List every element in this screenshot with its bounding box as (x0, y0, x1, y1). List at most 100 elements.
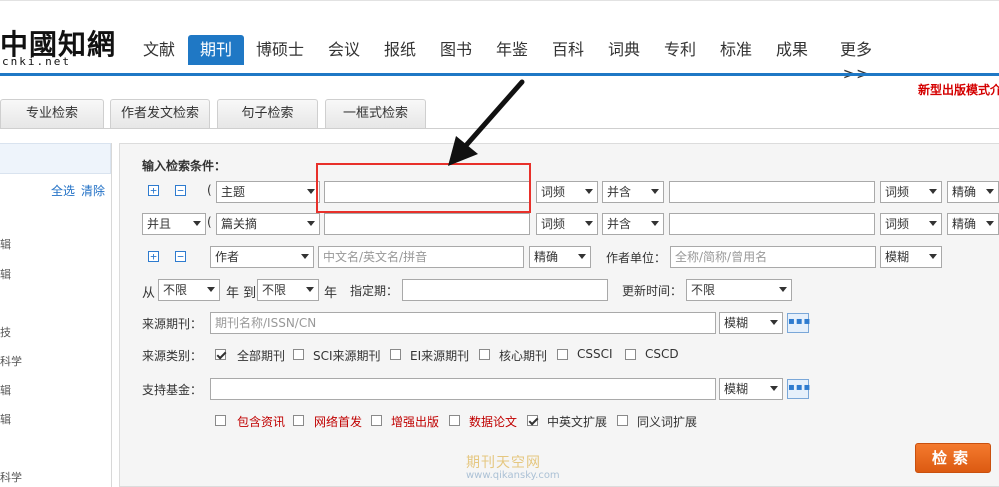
remove-row-icon[interactable]: − (175, 251, 186, 262)
sidebar-item[interactable]: 科学 (0, 469, 22, 485)
cnki-logo-domain: cnki.net (2, 55, 71, 68)
author-match-select[interactable]: 精确 (529, 246, 591, 268)
match-select[interactable]: 精确 (947, 181, 999, 203)
sidebar-item[interactable]: 辑 (0, 411, 11, 427)
nav-item-standards[interactable]: 标准 (716, 38, 756, 62)
add-row-icon[interactable]: + (148, 251, 159, 262)
frequency-select-2[interactable]: 词频 (880, 213, 942, 235)
match-select[interactable]: 精确 (947, 213, 999, 235)
field-select[interactable]: 篇关摘 (216, 213, 320, 235)
author-unit-match-select[interactable]: 模糊 (880, 246, 942, 268)
category-checkbox-ei[interactable] (390, 349, 401, 360)
category-checkbox-sci[interactable] (293, 349, 304, 360)
annotation-arrow-icon (448, 79, 525, 166)
remove-row-icon[interactable]: − (175, 185, 186, 196)
author-unit-match-select-value: 模糊 (885, 250, 910, 264)
frequency-select-2[interactable]: 词频 (880, 181, 942, 203)
cn-en-expand-label: 中英文扩展 (547, 415, 608, 429)
author-unit-input[interactable]: 全称/简称/曾用名 (670, 246, 876, 268)
chevron-down-icon (585, 189, 593, 194)
keyword-input[interactable] (324, 213, 530, 235)
source-match-select[interactable]: 模糊 (719, 312, 783, 334)
enhanced-publish-checkbox[interactable] (371, 415, 382, 426)
chevron-down-icon (779, 287, 787, 292)
header-divider (0, 73, 999, 76)
nav-item-yearbooks[interactable]: 年鉴 (492, 38, 532, 62)
nav-item-dictionary[interactable]: 词典 (604, 38, 644, 62)
chevron-down-icon (986, 189, 994, 194)
join-select-value: 并含 (607, 217, 632, 231)
fund-picker-icon[interactable]: ▪▪▪ (787, 379, 810, 399)
from-year-select-value: 不限 (163, 283, 188, 297)
clear-link[interactable]: 清除 (81, 182, 105, 199)
chevron-down-icon (770, 386, 778, 391)
nav-item-books[interactable]: 图书 (436, 38, 476, 62)
nav-item-achievements[interactable]: 成果 (772, 38, 812, 62)
synonym-expand-checkbox[interactable] (617, 415, 628, 426)
data-paper-checkbox[interactable] (449, 415, 460, 426)
join-select[interactable]: 并含 (602, 181, 664, 203)
chevron-down-icon (301, 254, 309, 259)
nav-item-encyclopedia[interactable]: 百科 (548, 38, 588, 62)
category-checkbox-core[interactable] (479, 349, 490, 360)
open-paren: ( (207, 215, 212, 229)
category-checkbox-cscd[interactable] (625, 349, 636, 360)
field-select[interactable]: 主题 (216, 181, 320, 203)
category-label-ei: EI来源期刊 (410, 349, 470, 363)
nav-item-newspapers[interactable]: 报纸 (380, 38, 420, 62)
nav-item-theses[interactable]: 博硕士 (252, 38, 308, 62)
to-year-select-value: 不限 (262, 283, 287, 297)
tab-author-search[interactable]: 作者发文检索 (110, 99, 210, 129)
nav-item-more[interactable]: 更多>> (829, 38, 883, 83)
search-button[interactable]: 检索 (915, 443, 991, 473)
author-match-select-value: 精确 (534, 250, 559, 264)
promo-link[interactable]: 新型出版模式介 (918, 81, 999, 98)
keyword-input-2[interactable] (669, 181, 875, 203)
from-year-select[interactable]: 不限 (158, 279, 220, 301)
top-header: 中國知網 cnki.net 文献 期刊 博硕士 会议 报纸 图书 年鉴 百科 词… (0, 0, 999, 83)
year-to-label: 年 到 (226, 286, 257, 301)
online-first-label: 网络首发 (314, 415, 363, 429)
join-select[interactable]: 并含 (602, 213, 664, 235)
fund-input[interactable] (210, 378, 716, 400)
journal-picker-icon[interactable]: ▪▪▪ (787, 313, 810, 333)
sidebar-header (0, 143, 111, 174)
category-checkbox-all[interactable] (215, 349, 226, 360)
logic-select[interactable]: 并且 (142, 213, 206, 235)
author-field-select-value: 作者 (215, 250, 240, 264)
sidebar-item[interactable]: 科学 (0, 353, 22, 369)
author-field-select[interactable]: 作者 (210, 246, 314, 268)
chevron-down-icon (770, 320, 778, 325)
add-row-icon[interactable]: + (148, 185, 159, 196)
frequency-select[interactable]: 词频 (536, 213, 598, 235)
period-input[interactable] (402, 279, 608, 301)
join-select-value: 并含 (607, 185, 632, 199)
fund-label: 支持基金： (142, 383, 203, 397)
cn-en-expand-checkbox[interactable] (527, 415, 538, 426)
select-all-link[interactable]: 全选 (51, 182, 75, 199)
author-input[interactable]: 中文名/英文名/拼音 (318, 246, 524, 268)
chevron-down-icon (929, 254, 937, 259)
keyword-input-2[interactable] (669, 213, 875, 235)
chevron-down-icon (578, 254, 586, 259)
category-checkbox-cssci[interactable] (557, 349, 568, 360)
sidebar-item[interactable]: 辑 (0, 382, 11, 398)
tab-professional-search[interactable]: 专业检索 (0, 99, 104, 129)
nav-item-literature[interactable]: 文献 (139, 38, 179, 62)
fund-match-select[interactable]: 模糊 (719, 378, 783, 400)
source-journal-input[interactable]: 期刊名称/ISSN/CN (210, 312, 716, 334)
chevron-down-icon (651, 221, 659, 226)
to-year-select[interactable]: 不限 (257, 279, 319, 301)
online-first-checkbox[interactable] (293, 415, 304, 426)
nav-item-patents[interactable]: 专利 (660, 38, 700, 62)
tab-sentence-search[interactable]: 句子检索 (217, 99, 318, 129)
sidebar-item[interactable]: 技 (0, 324, 11, 340)
sidebar-item[interactable]: 辑 (0, 236, 11, 252)
update-time-select[interactable]: 不限 (686, 279, 792, 301)
frequency-select[interactable]: 词频 (536, 181, 598, 203)
tab-simple-search[interactable]: 一框式检索 (325, 99, 426, 129)
sidebar-item[interactable]: 辑 (0, 266, 11, 282)
include-news-checkbox[interactable] (215, 415, 226, 426)
nav-item-journals[interactable]: 期刊 (188, 35, 244, 65)
nav-item-conferences[interactable]: 会议 (324, 38, 364, 62)
